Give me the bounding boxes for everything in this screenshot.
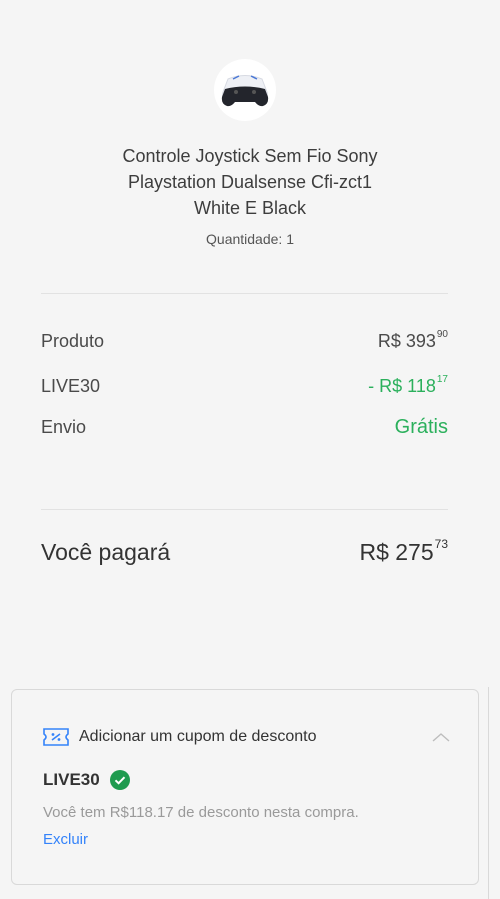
product-title-line: Playstation Dualsense Cfi-zct1: [127, 172, 373, 192]
product-title: Controle Joystick Sem Fio Sony Playstati…: [40, 143, 460, 221]
product-price: R$ 39390: [377, 329, 448, 352]
divider: [41, 293, 448, 294]
product-quantity: Quantidade: 1: [206, 231, 294, 247]
gamepad-icon: [221, 75, 269, 107]
total-price: R$ 27573: [359, 537, 448, 566]
coupon-description: Você tem R$118.17 de desconto nesta comp…: [43, 804, 359, 821]
shipping-value: Grátis: [394, 416, 448, 438]
total-label: Você pagará: [41, 539, 171, 565]
divider: [41, 509, 448, 510]
product-title-line: White E Black: [193, 198, 307, 218]
shipping-label: Envio: [41, 417, 87, 437]
total-price-int: R$ 275: [359, 539, 434, 565]
coupon-header-label: Adicionar um cupom de desconto: [79, 728, 317, 745]
coupon-discount-label: LIVE30: [41, 376, 101, 396]
summary-row-product: Produto R$ 39390: [41, 329, 448, 352]
product-image: [214, 59, 276, 121]
check-circle-icon: [109, 770, 130, 790]
coupon-ticket-icon: [43, 728, 69, 746]
summary-row-shipping: Envio Grátis: [41, 416, 448, 439]
coupon-discount-int: - R$ 118: [368, 376, 436, 396]
applied-coupon-code: LIVE30: [43, 770, 100, 789]
summary-row-total: Você pagará R$ 27573: [41, 537, 448, 566]
side-border: [488, 687, 489, 899]
total-price-cents: 73: [434, 537, 448, 551]
coupon-discount-value: - R$ 11817: [368, 374, 448, 397]
chevron-up-icon[interactable]: [432, 732, 450, 742]
product-price-int: R$ 393: [377, 331, 436, 351]
coupon-panel: Adicionar um cupom de desconto LIVE30 Vo…: [11, 689, 479, 885]
product-title-line: Controle Joystick Sem Fio Sony: [122, 146, 378, 166]
product-price-cents: 90: [436, 329, 448, 340]
coupon-discount-cents: 17: [436, 374, 448, 385]
applied-coupon: LIVE30: [43, 770, 130, 790]
summary-row-coupon: LIVE30 - R$ 11817: [41, 374, 448, 397]
remove-coupon-link[interactable]: Excluir: [43, 831, 88, 848]
coupon-toggle[interactable]: Adicionar um cupom de desconto: [43, 726, 450, 748]
product-price-label: Produto: [41, 331, 105, 351]
